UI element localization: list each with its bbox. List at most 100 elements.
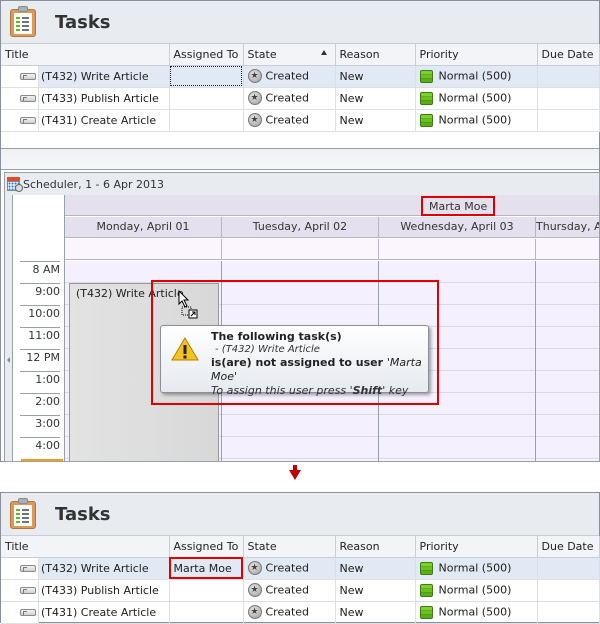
task-icon bbox=[20, 94, 36, 102]
reason-cell: New bbox=[335, 87, 416, 110]
column-header-title[interactable]: Title bbox=[1, 536, 170, 558]
column-header-reason[interactable]: Reason bbox=[335, 44, 416, 66]
priority-text: Normal (500) bbox=[438, 91, 512, 105]
warning-icon bbox=[171, 337, 199, 361]
column-header-priority[interactable]: Priority bbox=[415, 44, 538, 66]
resource-name: Marta Moe bbox=[421, 196, 496, 216]
day-column[interactable] bbox=[536, 261, 599, 461]
all-day-cell[interactable] bbox=[536, 239, 599, 260]
reason-cell: New bbox=[335, 109, 416, 132]
tasks-title: Tasks bbox=[55, 11, 111, 33]
column-header-state[interactable]: State bbox=[243, 44, 336, 66]
assigned-to-cell[interactable] bbox=[169, 65, 244, 88]
state-cell: ★ Created bbox=[243, 109, 336, 132]
tasks-header: Tasks bbox=[1, 493, 599, 536]
time-label: 11:00 bbox=[20, 327, 60, 342]
priority-text: Normal (500) bbox=[438, 561, 512, 575]
scroll-left-icon[interactable] bbox=[7, 357, 10, 363]
column-header-state[interactable]: State bbox=[243, 536, 336, 558]
column-header-due-date[interactable]: Due Date bbox=[537, 44, 600, 66]
task-title: (T432) Write Article bbox=[41, 69, 149, 83]
state-text: Created bbox=[265, 113, 310, 127]
priority-icon bbox=[419, 561, 433, 575]
day-header[interactable]: Monday, April 01 bbox=[65, 217, 222, 238]
panel-splitter[interactable] bbox=[1, 148, 599, 170]
task-title: (T433) Publish Article bbox=[41, 583, 159, 597]
due-date-cell bbox=[537, 65, 600, 88]
task-icon bbox=[20, 608, 36, 616]
column-header-reason[interactable]: Reason bbox=[335, 536, 416, 558]
clipboard-icon bbox=[9, 498, 37, 530]
column-header-due-date[interactable]: Due Date bbox=[537, 536, 600, 558]
due-date-cell bbox=[537, 109, 600, 132]
column-header-assigned-to[interactable]: Assigned To bbox=[169, 44, 244, 66]
warning-tooltip: The following task(s) - (T432) Write Art… bbox=[160, 325, 429, 397]
tasks-grid: Title Assigned To State Reason Priority … bbox=[1, 44, 600, 132]
reason-cell: New bbox=[335, 579, 416, 602]
priority-cell: Normal (500) bbox=[415, 109, 538, 132]
state-text: Created bbox=[265, 605, 310, 619]
assigned-to-cell[interactable]: Marta Moe bbox=[169, 557, 244, 580]
priority-icon bbox=[419, 91, 433, 105]
table-row[interactable]: (T431) Create Article ★ Created New Norma… bbox=[1, 601, 600, 624]
priority-icon bbox=[419, 583, 433, 597]
table-row[interactable]: (T432) Write Article Marta Moe ★ Created … bbox=[1, 557, 600, 580]
star-icon: ★ bbox=[247, 605, 262, 619]
column-header-title[interactable]: Title bbox=[1, 44, 170, 66]
day-header[interactable]: Tuesday, April 02 bbox=[222, 217, 379, 238]
state-text: Created bbox=[265, 561, 310, 575]
sort-ascending-icon bbox=[320, 50, 327, 55]
tooltip-hint-prefix: To assign this user press ' bbox=[211, 384, 353, 397]
star-icon: ★ bbox=[247, 91, 262, 105]
all-day-cell[interactable] bbox=[222, 239, 379, 260]
table-row[interactable]: (T433) Publish Article ★ Created New Norm… bbox=[1, 579, 600, 602]
tooltip-heading: The following task(s) bbox=[211, 330, 342, 343]
column-header-state-label: State bbox=[247, 47, 277, 61]
tasks-grid: Title Assigned To State Reason Priority … bbox=[1, 536, 600, 624]
window-after: Tasks Title Assigned To State Reason Pri… bbox=[0, 492, 600, 624]
table-row[interactable]: (T431) Create Article ★ Created New Norma… bbox=[1, 109, 600, 132]
task-icon bbox=[20, 116, 36, 124]
priority-icon bbox=[419, 113, 433, 127]
table-row[interactable]: (T432) Write Article ★ Created New Normal… bbox=[1, 65, 600, 88]
tasks-title: Tasks bbox=[55, 503, 111, 525]
tooltip-message-text: is(are) not assigned to user bbox=[211, 356, 387, 369]
resource-header: Marta Moe bbox=[65, 195, 599, 216]
star-icon: ★ bbox=[247, 561, 262, 575]
star-icon: ★ bbox=[247, 583, 262, 597]
table-row[interactable]: (T433) Publish Article ★ Created New Norm… bbox=[1, 87, 600, 110]
time-ruler: 8 AM 9:00 10:00 11:00 12 PM 1:00 2:00 3:… bbox=[13, 195, 65, 461]
all-day-cell[interactable] bbox=[65, 239, 222, 260]
scheduler-caption-text: Scheduler, 1 - 6 Apr 2013 bbox=[23, 177, 165, 191]
priority-cell: Normal (500) bbox=[415, 557, 538, 580]
due-date-cell bbox=[537, 601, 600, 624]
all-day-cell[interactable] bbox=[379, 239, 536, 260]
time-label: 12 PM bbox=[20, 349, 60, 364]
tooltip-hint-key: Shift bbox=[352, 384, 383, 397]
time-label: 2:00 bbox=[20, 393, 60, 408]
due-date-cell bbox=[537, 579, 600, 602]
column-header-assigned-to[interactable]: Assigned To bbox=[169, 536, 244, 558]
reason-cell: New bbox=[335, 557, 416, 580]
assigned-to-cell[interactable] bbox=[169, 109, 244, 132]
tooltip-hint: To assign this user press 'Shift' key bbox=[211, 384, 422, 398]
time-label: 3:00 bbox=[20, 415, 60, 430]
priority-cell: Normal (500) bbox=[415, 579, 538, 602]
reason-cell: New bbox=[335, 601, 416, 624]
task-title: (T432) Write Article bbox=[41, 561, 149, 575]
task-title: (T431) Create Article bbox=[41, 113, 157, 127]
current-time-indicator bbox=[21, 459, 63, 461]
tooltip-task: - (T432) Write Article bbox=[215, 344, 320, 355]
time-label: 8 AM bbox=[20, 261, 60, 276]
assigned-to-cell[interactable] bbox=[169, 579, 244, 602]
assigned-to-cell[interactable] bbox=[169, 87, 244, 110]
day-header[interactable]: Wednesday, April 03 bbox=[379, 217, 536, 238]
assigned-to-cell[interactable] bbox=[169, 601, 244, 624]
priority-icon bbox=[419, 605, 433, 619]
star-icon: ★ bbox=[247, 69, 262, 83]
state-cell: ★ Created bbox=[243, 557, 336, 580]
day-header[interactable]: Thursday, April 04 bbox=[536, 217, 599, 238]
priority-cell: Normal (500) bbox=[415, 65, 538, 88]
column-header-priority[interactable]: Priority bbox=[415, 536, 538, 558]
priority-text: Normal (500) bbox=[438, 583, 512, 597]
